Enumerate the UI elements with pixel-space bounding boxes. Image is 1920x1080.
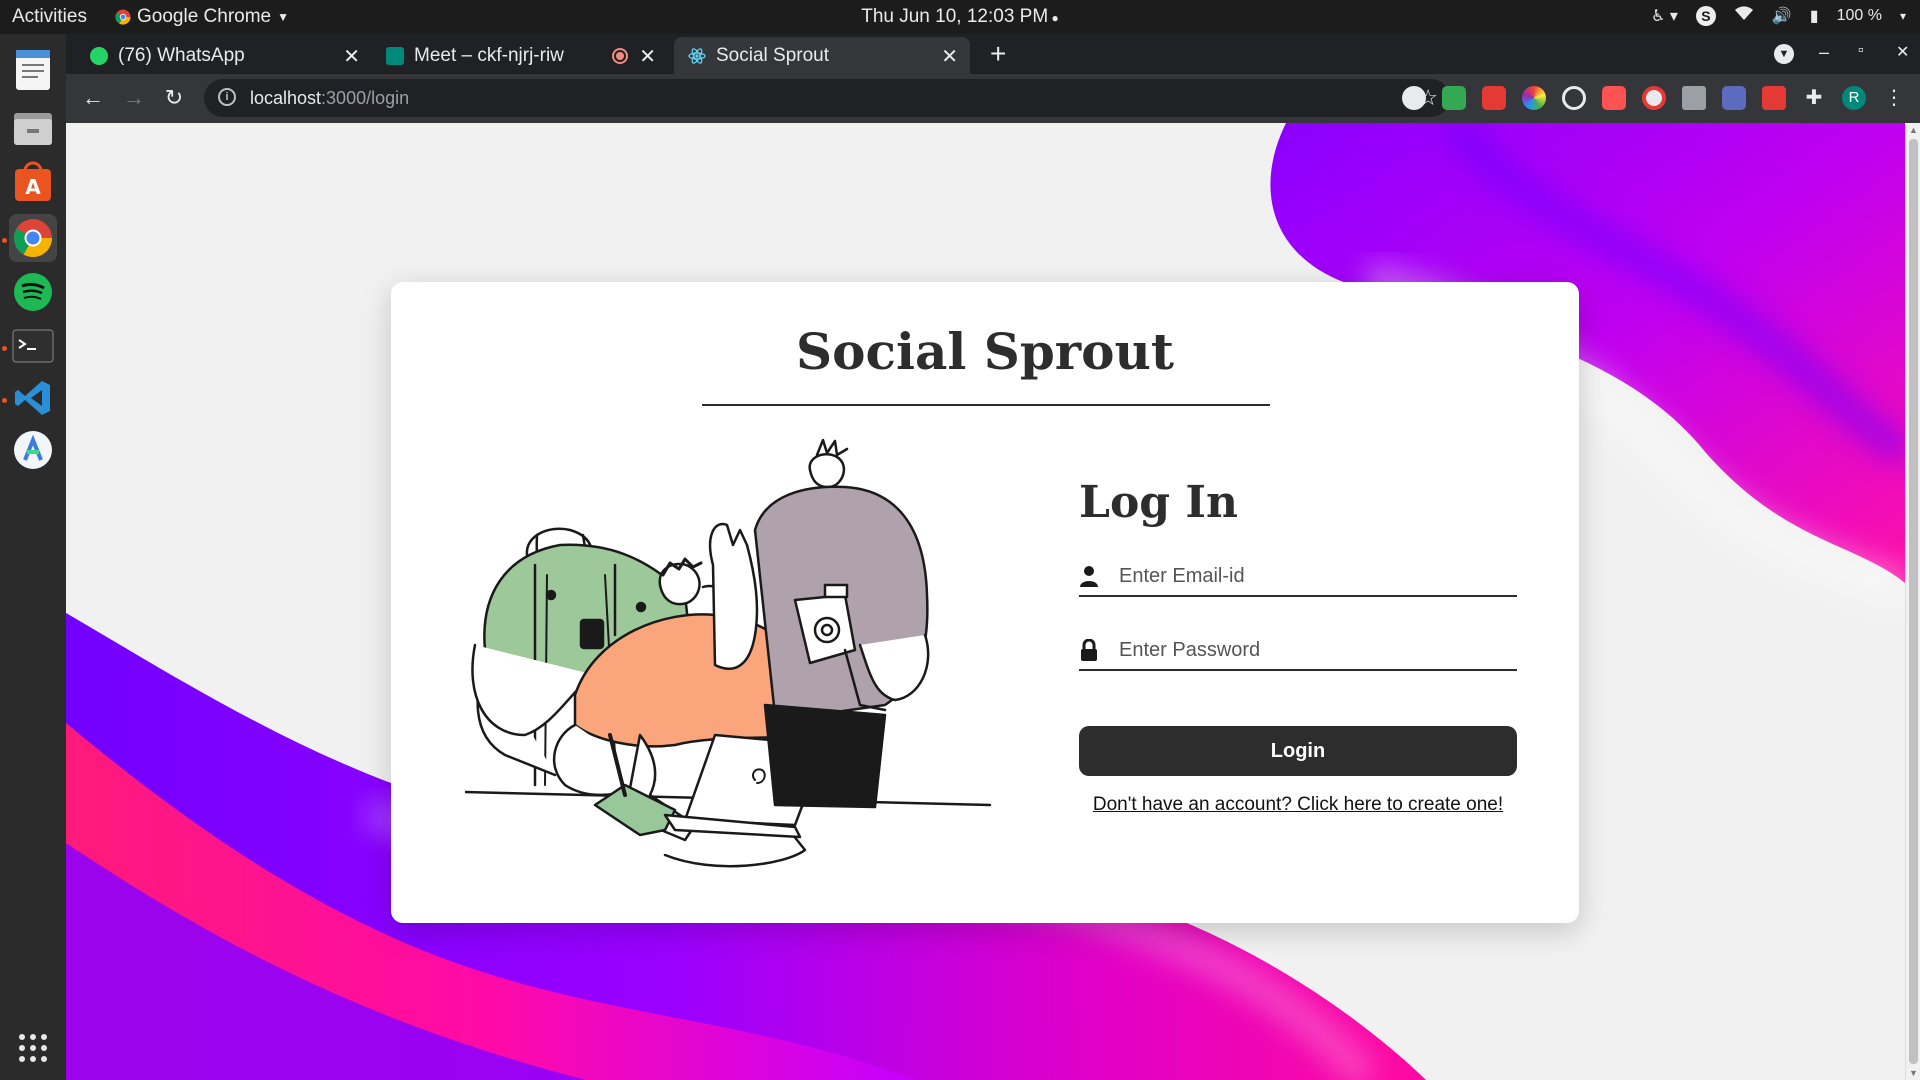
lock-icon xyxy=(1081,639,1097,661)
recording-icon xyxy=(612,48,628,64)
chrome-icon[interactable] xyxy=(9,214,57,262)
target-icon[interactable] xyxy=(1562,86,1586,110)
tab-strip: (76) WhatsApp ✕ Meet – ckf-njrj-riw ✕ So… xyxy=(66,34,1920,74)
activities-button[interactable]: Activities xyxy=(12,6,87,28)
extension-icon[interactable] xyxy=(1642,86,1666,110)
new-tab-button[interactable]: + xyxy=(990,38,1006,70)
running-indicator xyxy=(2,398,7,403)
scrollbar-thumb[interactable] xyxy=(1909,139,1918,1064)
tab-title: (76) WhatsApp xyxy=(118,44,245,66)
system-tray[interactable]: ♿ ▾ S 🔊 ▮ 100 % ▾ xyxy=(1651,5,1906,26)
email-input[interactable] xyxy=(1119,561,1509,591)
close-icon[interactable]: ✕ xyxy=(941,44,958,69)
chevron-down-icon[interactable]: ▾ xyxy=(1900,9,1906,23)
email-field xyxy=(1079,557,1517,597)
team-illustration xyxy=(465,438,992,868)
extension-icon[interactable] xyxy=(1402,86,1426,110)
screen-capture-icon[interactable] xyxy=(1722,86,1746,110)
show-apps-grid-icon[interactable] xyxy=(9,1024,57,1072)
tab-meet[interactable]: Meet – ckf-njrj-riw ✕ xyxy=(372,37,668,74)
password-field xyxy=(1079,631,1517,671)
software-center-icon[interactable]: A xyxy=(9,158,57,206)
page-scrollbar[interactable]: ▲ ▼ xyxy=(1905,123,1920,1080)
maximize-icon[interactable]: ▫ xyxy=(1858,42,1864,60)
system-top-bar: Activities Google Chrome ▼ Thu Jun 10, 1… xyxy=(0,0,1920,34)
running-indicator xyxy=(2,346,7,351)
clock[interactable]: Thu Jun 10, 12:03 PM xyxy=(861,6,1048,27)
chevron-down-icon: ▼ xyxy=(277,10,290,24)
password-input[interactable] xyxy=(1119,635,1509,665)
android-studio-icon[interactable] xyxy=(9,426,57,474)
app-menu[interactable]: Google Chrome ▼ xyxy=(115,6,289,28)
back-icon[interactable]: ← xyxy=(78,83,108,113)
login-button[interactable]: Login xyxy=(1079,726,1517,776)
brand-title: Social Sprout xyxy=(796,322,1174,381)
chart-icon[interactable] xyxy=(1682,86,1706,110)
profile-avatar[interactable]: R xyxy=(1842,86,1866,110)
browser-window: (76) WhatsApp ✕ Meet – ckf-njrj-riw ✕ So… xyxy=(66,34,1920,123)
vscode-icon[interactable] xyxy=(9,374,57,422)
tab-title: Meet – ckf-njrj-riw xyxy=(414,44,564,66)
battery-icon[interactable]: ▮ xyxy=(1810,6,1819,26)
app-menu-label: Google Chrome xyxy=(137,6,272,27)
puzzle-icon[interactable]: ✚ xyxy=(1802,86,1826,110)
tab-search-icon[interactable]: ▼ xyxy=(1774,44,1794,64)
scroll-up-icon[interactable]: ▲ xyxy=(1909,125,1918,135)
spotify-icon[interactable] xyxy=(9,268,57,316)
video-icon[interactable] xyxy=(1602,86,1626,110)
tab-title: Social Sprout xyxy=(716,44,830,66)
react-icon xyxy=(688,47,706,64)
url-path: :3000/login xyxy=(321,88,410,108)
skype-icon[interactable]: S xyxy=(1695,5,1716,26)
running-indicator xyxy=(2,238,7,243)
site-info-icon[interactable]: i xyxy=(218,88,236,106)
volume-icon[interactable]: 🔊 xyxy=(1772,6,1792,26)
shield-icon[interactable] xyxy=(1442,86,1466,110)
extension-icon[interactable] xyxy=(1482,86,1506,110)
terminal-icon[interactable] xyxy=(9,322,57,370)
scroll-down-icon[interactable]: ▼ xyxy=(1909,1068,1918,1078)
browser-toolbar: ← → ↻ i localhost:3000/login ☆ ✚ R ⋮ xyxy=(66,74,1920,123)
tab-social-sprout[interactable]: Social Sprout ✕ xyxy=(674,37,970,74)
close-icon[interactable]: ✕ xyxy=(343,44,360,69)
url-host: localhost xyxy=(250,88,322,108)
notification-dot-icon: ● xyxy=(1048,11,1059,25)
color-picker-icon[interactable] xyxy=(1522,86,1546,110)
wifi-icon[interactable] xyxy=(1734,5,1754,26)
signup-link[interactable]: Don't have an account? Click here to cre… xyxy=(1079,794,1517,816)
user-icon xyxy=(1080,566,1098,587)
url-text: localhost:3000/login xyxy=(250,88,409,109)
battery-percent: 100 % xyxy=(1836,6,1882,24)
chrome-icon xyxy=(115,9,131,25)
reload-icon[interactable]: ↻ xyxy=(159,83,189,113)
extension-icon[interactable] xyxy=(1762,86,1786,110)
minimize-icon[interactable]: – xyxy=(1819,42,1829,63)
page-viewport: Social Sprout Log In Enter Email-id Logi… xyxy=(66,123,1905,1080)
login-card: Social Sprout Log In Enter Email-id Logi… xyxy=(391,282,1579,923)
divider xyxy=(702,404,1270,406)
whatsapp-icon xyxy=(90,46,108,65)
close-icon[interactable]: ✕ xyxy=(639,44,656,69)
accessibility-icon[interactable]: ♿ ▾ xyxy=(1651,6,1678,26)
files-icon[interactable] xyxy=(9,104,57,152)
svg-text:A: A xyxy=(25,175,41,199)
tab-whatsapp[interactable]: (76) WhatsApp ✕ xyxy=(76,37,372,74)
dock: A xyxy=(0,34,66,1080)
menu-icon[interactable]: ⋮ xyxy=(1882,86,1906,110)
text-editor-icon[interactable] xyxy=(9,46,57,94)
page-title: Log In xyxy=(1079,477,1238,528)
forward-icon[interactable]: → xyxy=(119,83,149,113)
google-meet-icon xyxy=(386,46,404,65)
window-close-icon[interactable]: ✕ xyxy=(1896,42,1909,62)
address-bar[interactable]: i localhost:3000/login ☆ xyxy=(204,79,1450,117)
